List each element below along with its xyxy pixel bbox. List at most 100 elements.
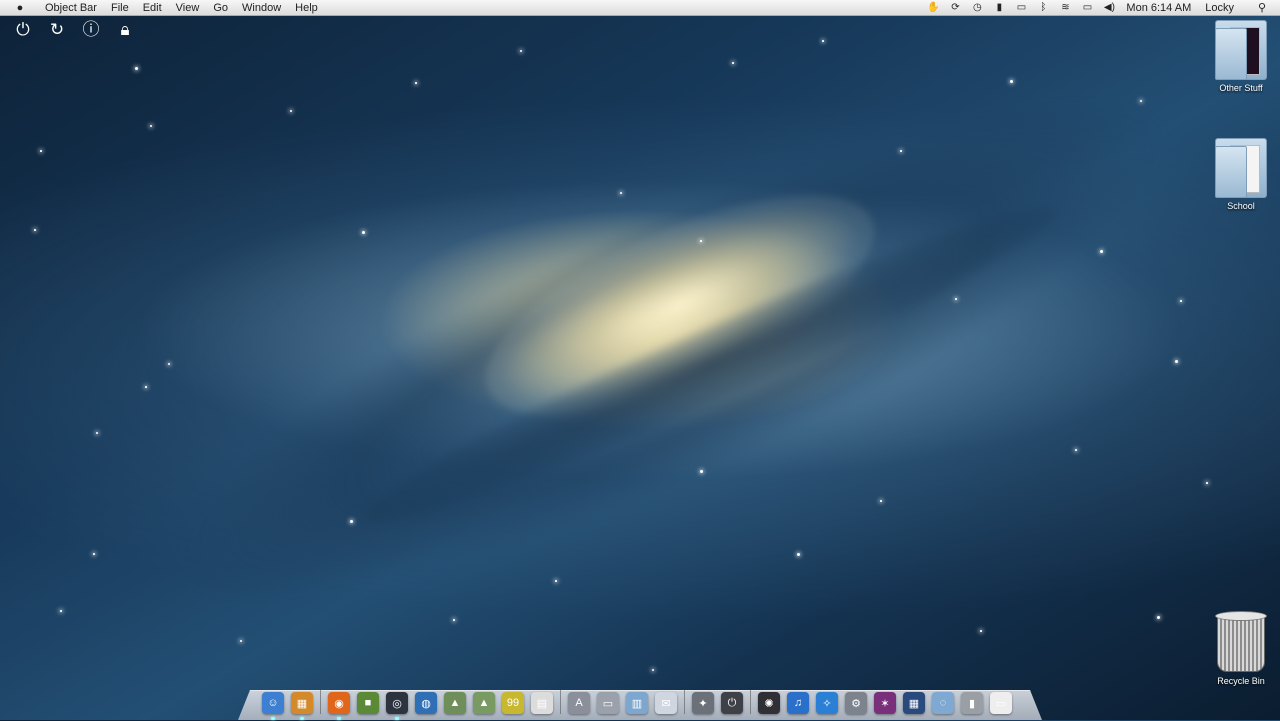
monitor-icon[interactable]: ▭ [1010,2,1032,13]
bluetooth-icon[interactable]: ᛒ [1032,2,1054,13]
power-widgets: ⏻ ↻ ⓘ 🔒︎ [14,20,134,40]
display-icon[interactable]: ▮ [988,2,1010,13]
star [96,432,98,434]
star [168,363,170,365]
folder-icon [1215,138,1267,198]
safari-icon[interactable]: ✧ [816,692,838,714]
star [955,298,957,300]
folder-icon [1215,20,1267,80]
star [880,500,882,502]
windows-explorer-icon[interactable]: ▦ [291,692,313,720]
star [555,580,557,582]
shutdown-icon[interactable]: ⏻ [14,20,32,40]
star [290,110,292,112]
minecraft-icon[interactable]: ■ [357,692,379,714]
sleep-icon[interactable]: ⓘ [82,20,100,40]
star [150,125,152,127]
star [1180,300,1182,302]
star [415,82,417,84]
notepad-icon[interactable]: 99 [502,692,524,714]
applications-folder-icon[interactable]: ▥ [626,692,648,714]
menu-edit[interactable]: Edit [143,2,162,14]
lock-icon[interactable]: 🔒︎ [116,20,134,40]
star [822,40,824,42]
menu-user[interactable]: Locky [1205,2,1234,14]
restart-icon[interactable]: ↻ [48,20,66,40]
star [453,619,455,621]
apple-icon[interactable]: ● [13,2,27,14]
scanner-icon[interactable]: ▭ [597,692,619,714]
star [135,67,138,70]
finder-icon[interactable]: ☺ [262,692,284,720]
globe-icon[interactable]: ◍ [415,692,437,714]
trash-icon[interactable]: ▮ [961,692,983,714]
media-player-icon[interactable]: ✺ [758,692,780,714]
recycle-bin-icon [1215,611,1267,672]
preview-icon[interactable]: ▭ [990,692,1012,714]
system-utility-icon[interactable]: ✦ [692,692,714,714]
photo-editor-icon[interactable]: ▲ [473,692,495,714]
menu-view[interactable]: View [176,2,200,14]
star [652,669,654,671]
itunes-icon[interactable]: ♫ [787,692,809,714]
dock-separator [560,690,561,714]
menu-go[interactable]: Go [213,2,228,14]
star [350,520,353,523]
desktop-icon-recycle-bin[interactable]: Recycle Bin [1201,611,1280,686]
menu-app-name[interactable]: Object Bar [45,2,97,14]
sync-icon[interactable]: ⟳ [944,2,966,13]
star [1100,250,1103,253]
time-machine-icon[interactable]: ◷ [966,2,988,13]
star [1075,449,1077,451]
star [60,610,62,612]
system-preferences-icon[interactable]: ⚙ [845,692,867,714]
star [362,231,365,234]
mail-icon[interactable]: ✉ [655,692,677,714]
firefox-icon[interactable]: ◉ [328,692,350,720]
menu-window[interactable]: Window [242,2,281,14]
menu-bar: ● Object Bar File Edit View Go Window He… [0,0,1280,16]
desktop-icon-label: School [1227,201,1255,211]
document-icon[interactable]: ▤ [531,692,553,714]
dock-separator [750,690,751,714]
star [700,470,703,473]
star [520,50,522,52]
mission-control-icon[interactable]: ▦ [903,692,925,714]
star [980,630,982,632]
battery-icon[interactable]: ▭ [1076,2,1098,13]
dock-separator [684,690,685,714]
star [34,229,36,231]
downloads-folder-icon[interactable]: ◌ [932,692,954,714]
status-area: ✋ ⟳ ◷ ▮ ▭ ᛒ ≋ ▭ ◀) Mon 6:14 AM Locky ⚲ [922,1,1280,15]
star [1206,482,1208,484]
star [732,62,734,64]
dock: ☺ ▦ ◉ ■ ◎ ◍ ▲ ▲ 99 ▤ A ▭ ▥ ✉ ✦ ⏻ ✺ ♫ ✧ ⚙ ✶ ▦ ◌ ▮ ▭ [262,688,1019,720]
star [145,386,147,388]
wifi-icon[interactable]: ≋ [1054,2,1076,13]
volume-icon[interactable]: ◀) [1098,2,1120,13]
star [700,240,702,242]
steam-icon[interactable]: ◎ [386,692,408,720]
star [240,640,242,642]
desktop-icon-school[interactable]: School [1201,138,1280,211]
app-store-icon[interactable]: A [568,692,590,714]
desktop-icon-other-stuff[interactable]: Other Stuff [1201,20,1280,93]
menu-file[interactable]: File [111,2,129,14]
star [1010,80,1013,83]
desktop-wallpaper [0,0,1280,720]
star [1157,616,1160,619]
star [797,553,800,556]
star [40,150,42,152]
desktop-icon-label: Other Stuff [1219,83,1263,93]
photo-app-icon[interactable]: ▲ [444,692,466,714]
menu-help[interactable]: Help [295,2,318,14]
hand-icon[interactable]: ✋ [922,2,944,13]
menu-clock[interactable]: Mon 6:14 AM [1126,2,1191,14]
star [1140,100,1142,102]
spotlight-icon[interactable]: ⚲ [1252,1,1272,14]
photo-booth-icon[interactable]: ✶ [874,692,896,714]
desktop-icon-label: Recycle Bin [1217,676,1265,686]
power-button-icon[interactable]: ⏻ [721,692,743,714]
star [93,553,95,555]
dock-separator [320,690,321,714]
